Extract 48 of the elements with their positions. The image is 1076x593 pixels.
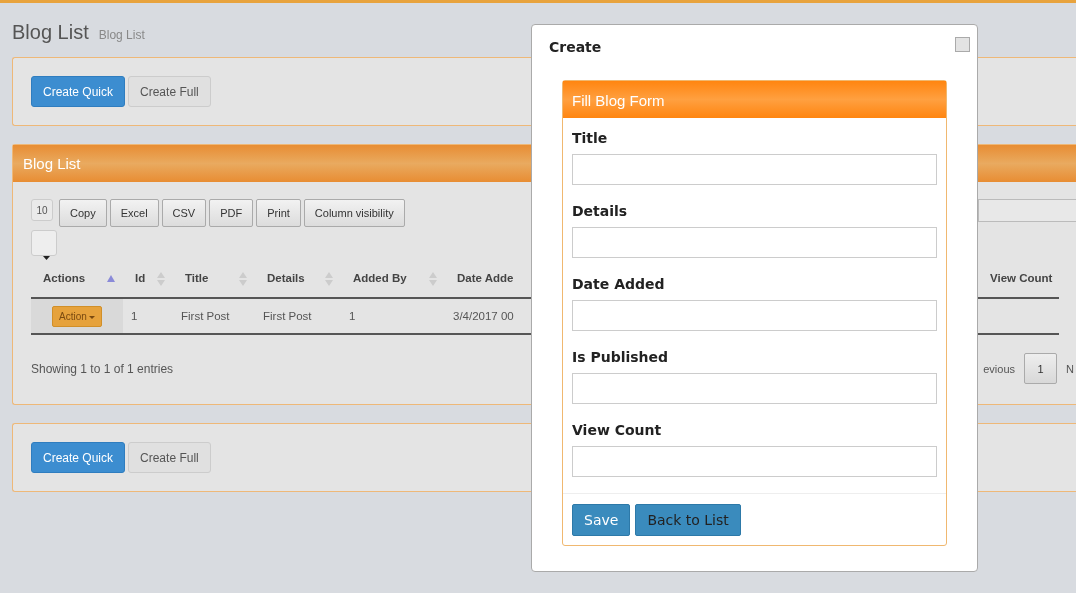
column-header[interactable]: Id [135, 270, 146, 288]
field-label: View Count [572, 421, 663, 440]
caret-icon [88, 315, 95, 319]
export-button[interactable]: Column visibility [303, 199, 405, 227]
table-info: Showing 1 to 1 of 1 entries [31, 360, 174, 378]
column-header[interactable]: Title [185, 270, 209, 288]
create-quick-button[interactable]: Create Quick [31, 442, 126, 474]
input-field[interactable] [572, 373, 937, 404]
close-button[interactable] [955, 37, 970, 52]
table-cell-text: First Post [181, 308, 230, 324]
export-button[interactable]: Copy [59, 199, 107, 227]
export-button[interactable]: Excel [109, 199, 159, 227]
input-field[interactable] [572, 300, 937, 331]
form-title: Fill Blog Form [563, 81, 946, 118]
dialog-title: Create [549, 38, 602, 57]
table-cell-text: 3/4/2017 00 [453, 308, 514, 324]
input-field[interactable] [572, 227, 937, 258]
field-label: Is Published [572, 348, 670, 367]
export-button[interactable]: PDF [209, 199, 254, 227]
action-dropdown-button[interactable]: Action [52, 305, 102, 327]
search-field[interactable] [978, 199, 1076, 222]
field-label: Details [572, 202, 629, 221]
field-label: Title [572, 129, 609, 148]
page-subtitle: Blog List [98, 27, 145, 44]
create-quick-button[interactable]: Create Quick [31, 76, 126, 107]
page-length-select[interactable]: 10 [31, 199, 53, 221]
back-to-list-button[interactable]: Back to List [635, 504, 741, 536]
table-cell-text: 1 [349, 308, 356, 324]
page-button[interactable]: 1 [1024, 353, 1058, 385]
create-full-button[interactable]: Create Full [128, 442, 211, 474]
column-header[interactable]: Details [267, 270, 305, 288]
input-field[interactable] [572, 446, 937, 477]
column-header[interactable]: Date Adde [457, 270, 514, 288]
field-label: Date Added [572, 275, 666, 294]
input-field[interactable] [572, 154, 937, 185]
column-header[interactable]: Added By [353, 270, 407, 288]
create-full-button[interactable]: Create Full [128, 76, 211, 107]
export-button[interactable]: Print [256, 199, 301, 227]
table-cell-text: First Post [263, 308, 312, 324]
previous-link[interactable]: evious [983, 360, 1016, 377]
column-header[interactable]: Actions [43, 270, 86, 288]
save-button[interactable]: Save [572, 504, 631, 536]
column-header[interactable]: View Count [990, 270, 1053, 288]
dropdown-field[interactable] [31, 230, 57, 256]
export-button[interactable]: CSV [161, 199, 207, 227]
page-title: Blog List [12, 20, 89, 45]
next-link[interactable]: N [1066, 360, 1074, 377]
table-cell-text: 1 [131, 308, 138, 324]
